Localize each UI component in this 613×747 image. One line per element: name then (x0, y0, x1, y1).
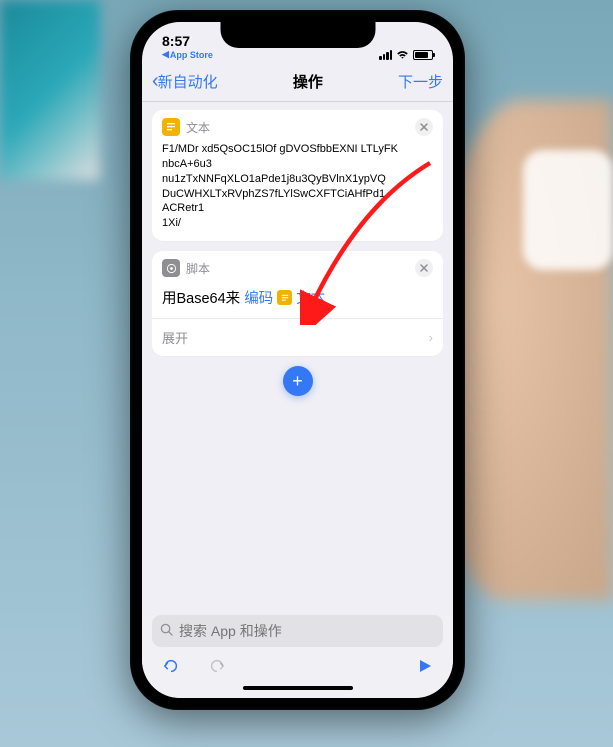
background-blur (0, 0, 100, 180)
text-icon (162, 118, 180, 136)
status-breadcrumb[interactable]: ◀ App Store (162, 49, 298, 60)
wifi-icon (396, 50, 409, 60)
bottom-bar (142, 615, 453, 698)
card-header: 文本 (152, 110, 443, 140)
text-variable-icon (277, 290, 292, 305)
card-header: 脚本 (152, 251, 443, 281)
plus-icon: + (292, 371, 303, 392)
search-icon (160, 623, 173, 639)
card-title: 脚本 (186, 260, 409, 277)
text-line: nu1zTxNNFqXLO1aPde1j8u3QyBVlnX1ypVQ (162, 172, 433, 187)
gear-icon (162, 259, 180, 277)
close-icon (420, 264, 428, 272)
text-action-card: 文本 F1/MDr xd5QsOC15lOf gDVOSfbbEXNI LTLy… (152, 110, 443, 241)
back-label: 新自动化 (158, 71, 218, 92)
card-close-button[interactable] (415, 118, 433, 136)
back-button[interactable]: ‹ 新自动化 (152, 70, 218, 93)
script-prefix: 用Base64来 (162, 287, 240, 308)
next-button[interactable]: 下一步 (398, 71, 443, 92)
undo-button[interactable] (162, 657, 180, 680)
text-content[interactable]: F1/MDr xd5QsOC15lOf gDVOSfbbEXNI LTLyFK … (152, 140, 443, 241)
content-area: 文本 F1/MDr xd5QsOC15lOf gDVOSfbbEXNI LTLy… (142, 102, 453, 628)
card-title: 文本 (186, 119, 409, 136)
breadcrumb-label: App Store (170, 50, 213, 60)
background-object (523, 150, 613, 270)
play-button[interactable] (417, 658, 433, 679)
cellular-signal-icon (379, 50, 392, 60)
script-body: 用Base64来 编码 文本 (152, 281, 443, 318)
phone-screen: 8:57 ◀ App Store ‹ 新自动化 操作 下一步 (142, 22, 453, 698)
script-expression: 用Base64来 编码 文本 (162, 287, 433, 308)
redo-button (208, 657, 226, 680)
encode-token[interactable]: 编码 (244, 287, 273, 308)
text-line: 1Xi/ (162, 216, 433, 231)
close-icon (420, 123, 428, 131)
text-line: F1/MDr xd5QsOC15lOf gDVOSfbbEXNI LTLyFK (162, 142, 433, 157)
breadcrumb-chevron-icon: ◀ (162, 49, 169, 60)
text-line: ACRetr1 (162, 201, 433, 216)
text-variable-token[interactable]: 文本 (296, 287, 325, 308)
expand-row[interactable]: 展开 › (152, 318, 443, 356)
nav-bar: ‹ 新自动化 操作 下一步 (142, 62, 453, 102)
text-line: nbcA+6u3 (162, 157, 433, 172)
phone-frame: 8:57 ◀ App Store ‹ 新自动化 操作 下一步 (130, 10, 465, 710)
search-bar[interactable] (152, 615, 443, 647)
chevron-right-icon: › (429, 330, 433, 345)
add-action-button[interactable]: + (283, 366, 313, 396)
text-line: DuCWHXLTxRVphZS7fLYlSwCXFTCiAHfPd1 (162, 187, 433, 202)
phone-notch (220, 22, 375, 48)
card-close-button[interactable] (415, 259, 433, 277)
search-input[interactable] (179, 623, 435, 639)
expand-label: 展开 (162, 328, 188, 347)
home-indicator[interactable] (243, 686, 353, 690)
toolbar (152, 653, 443, 680)
script-action-card: 脚本 用Base64来 编码 文本 展开 (152, 251, 443, 356)
battery-icon (413, 50, 433, 60)
page-title: 操作 (218, 71, 398, 92)
